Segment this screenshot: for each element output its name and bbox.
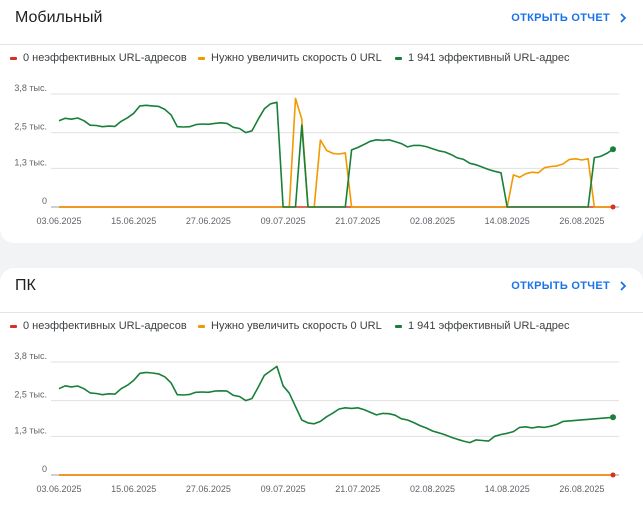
y-tick-label: 0 (42, 464, 47, 474)
mobile-chart: 3,8 тыс. 2,5 тыс. 1,3 тыс. 0 03.06.2025 15.06… (14, 83, 619, 226)
x-tick-label: 03.06.2025 (36, 216, 81, 226)
x-tick-label: 09.07.2025 (261, 484, 306, 494)
x-tick-label: 27.06.2025 (186, 216, 231, 226)
series-end-point (610, 414, 616, 421)
x-tick-label: 21.07.2025 (335, 484, 380, 494)
x-tick-label: 02.08.2025 (410, 216, 455, 226)
series-line-2 (58, 101, 614, 208)
x-tick-label: 27.06.2025 (186, 484, 231, 494)
x-tick-label: 15.06.2025 (111, 484, 156, 494)
x-tick-label: 14.08.2025 (485, 484, 530, 494)
y-tick-label: 1,3 тыс. (14, 425, 47, 435)
x-tick-label: 21.07.2025 (335, 216, 380, 226)
y-tick-label: 2,5 тыс. (14, 122, 47, 132)
series-line-2 (58, 365, 614, 444)
mobile-report-card: Мобильный ОТКРЫТЬ ОТЧЕТ 0 неэффективных … (0, 0, 643, 243)
desktop-report-card: ПК ОТКРЫТЬ ОТЧЕТ 0 неэффективных URL-адр… (0, 268, 643, 512)
y-tick-label: 1,3 тыс. (14, 157, 47, 167)
series-line-1 (59, 97, 613, 208)
x-tick-label: 03.06.2025 (36, 484, 81, 494)
y-tick-label: 3,8 тыс. (14, 83, 47, 93)
series-end-point (610, 146, 616, 153)
y-tick-label: 2,5 тыс. (14, 390, 47, 400)
x-tick-label: 02.08.2025 (410, 484, 455, 494)
x-tick-label: 14.08.2025 (485, 216, 530, 226)
y-tick-label: 3,8 тыс. (14, 351, 47, 361)
desktop-chart: 3,8 тыс. 2,5 тыс. 1,3 тыс. 0 03.06.2025 15.06… (14, 351, 619, 494)
series-end-point (610, 472, 616, 478)
series-end-point (610, 204, 616, 210)
x-tick-label: 26.08.2025 (559, 484, 604, 494)
y-tick-label: 0 (42, 196, 47, 206)
x-tick-label: 26.08.2025 (559, 216, 604, 226)
x-tick-label: 09.07.2025 (261, 216, 306, 226)
x-tick-label: 15.06.2025 (111, 216, 156, 226)
